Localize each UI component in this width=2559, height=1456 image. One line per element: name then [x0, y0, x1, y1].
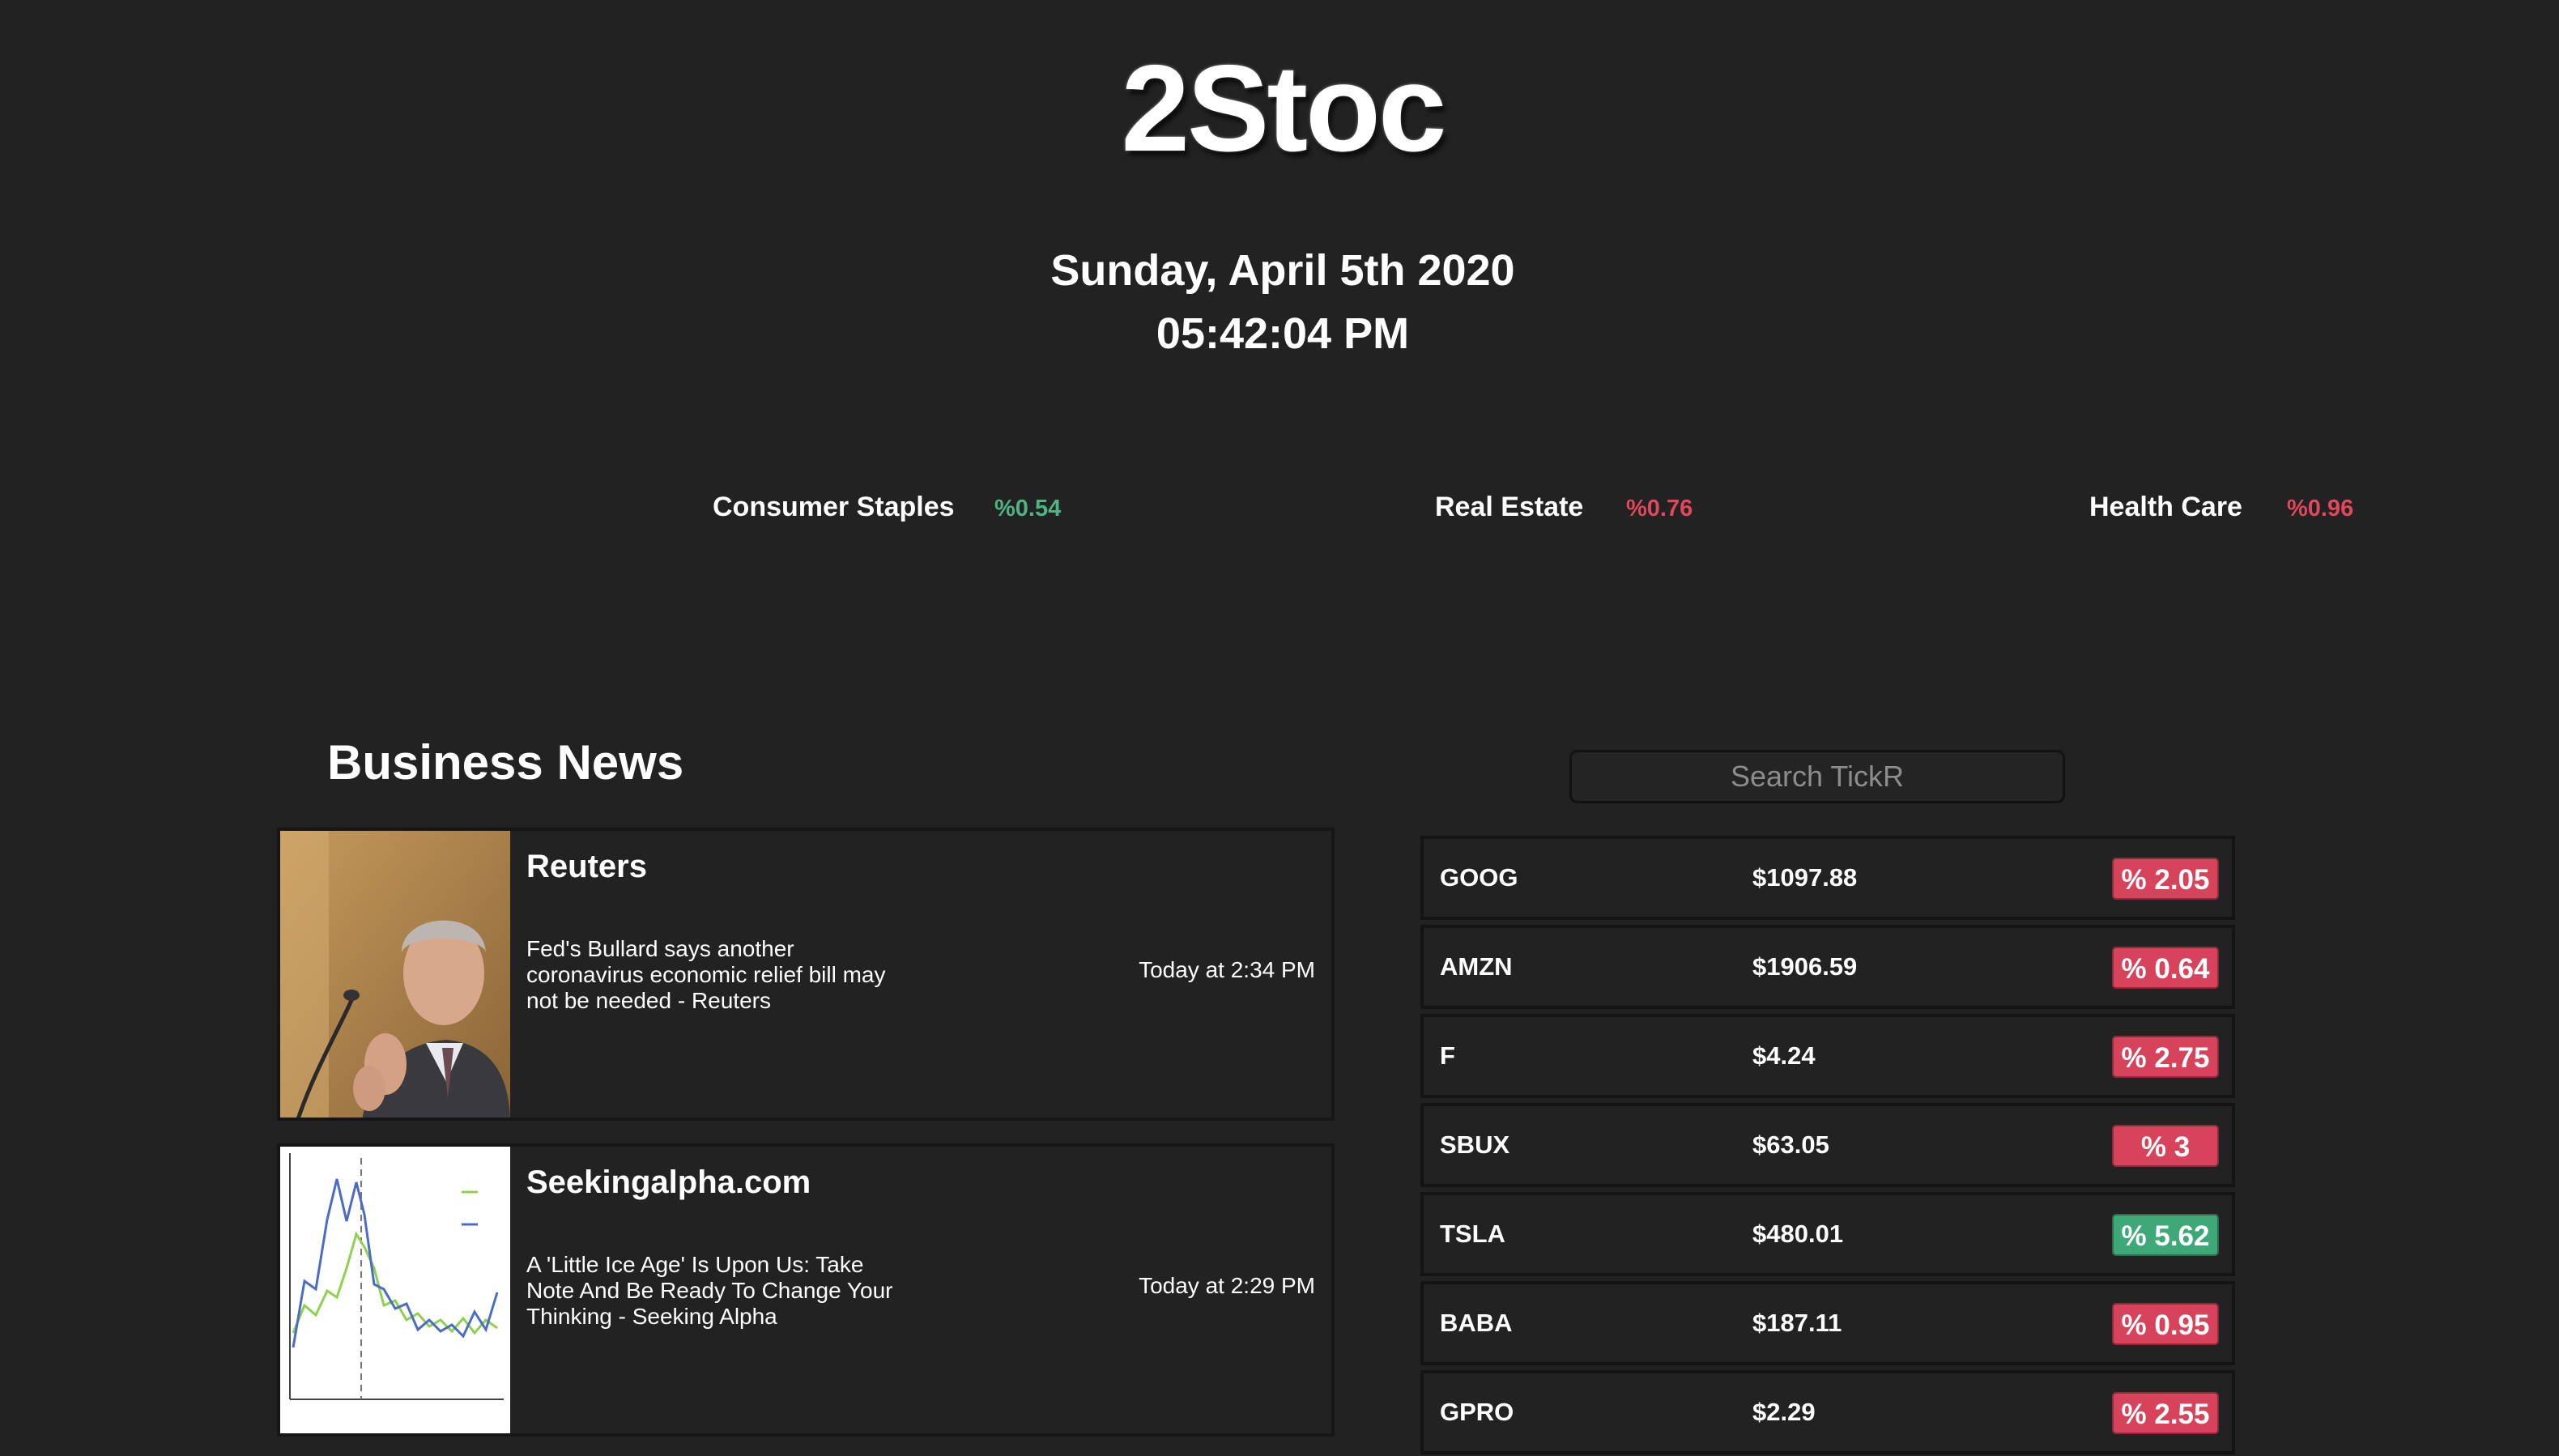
ticker-row-baba[interactable]: BABA $187.11 % 0.95 — [1420, 1281, 2235, 1365]
ticker-price: $1906.59 — [1752, 952, 1858, 981]
ticker-symbol: BABA — [1440, 1309, 1513, 1337]
news-heading: Business News — [327, 735, 684, 790]
ticker-change-badge: % 3 — [2112, 1125, 2219, 1167]
news-headline[interactable]: A 'Little Ice Age' Is Upon Us: Take Note… — [526, 1252, 907, 1330]
ticker-row-tsla[interactable]: TSLA $480.01 % 5.62 — [1420, 1192, 2235, 1276]
sector-name: Consumer Staples — [713, 492, 955, 522]
sector-health-care: Health Care %0.96 — [2089, 491, 2353, 523]
app-page: 2Stoc Sunday, April 5th 2020 05:42:04 PM… — [0, 0, 2559, 1456]
ticker-symbol: SBUX — [1440, 1130, 1510, 1159]
news-time: Today at 2:34 PM — [1139, 957, 1315, 982]
person-portrait-photo-icon — [280, 831, 510, 1118]
ticker-price: $1097.88 — [1752, 863, 1858, 892]
sector-change: %0.76 — [1626, 496, 1693, 522]
ticker-symbol: AMZN — [1440, 952, 1513, 981]
ticker-price: $63.05 — [1752, 1130, 1829, 1159]
ticker-row-amzn[interactable]: AMZN $1906.59 % 0.64 — [1420, 925, 2235, 1009]
sector-change: %0.96 — [2287, 496, 2354, 522]
news-headline[interactable]: Fed's Bullard says another coronavirus e… — [526, 936, 907, 1014]
ticker-search-input[interactable] — [1569, 750, 2065, 803]
ticker-row-f[interactable]: F $4.24 % 2.75 — [1420, 1014, 2235, 1098]
news-source: Seekingalpha.com — [526, 1164, 811, 1200]
sector-real-estate: Real Estate %0.76 — [1435, 491, 1693, 523]
ticker-row-sbux[interactable]: SBUX $63.05 % 3 — [1420, 1103, 2235, 1187]
ticker-change-badge: % 2.05 — [2112, 858, 2219, 900]
current-time: 05:42:04 PM — [1156, 309, 1410, 358]
ticker-change-badge: % 2.75 — [2112, 1036, 2219, 1078]
ticker-change-badge: % 0.64 — [2112, 947, 2219, 989]
sector-name: Real Estate — [1435, 492, 1584, 522]
current-date: Sunday, April 5th 2020 — [1050, 246, 1515, 295]
ticker-change-badge: % 5.62 — [2112, 1214, 2219, 1256]
news-time: Today at 2:29 PM — [1139, 1273, 1315, 1298]
ticker-symbol: GOOG — [1440, 863, 1518, 892]
ticker-change-badge: % 0.95 — [2112, 1303, 2219, 1345]
ticker-symbol: TSLA — [1440, 1220, 1505, 1248]
ticker-price: $480.01 — [1752, 1220, 1844, 1248]
ticker-price: $2.29 — [1752, 1398, 1816, 1426]
sector-change: %0.54 — [994, 496, 1062, 522]
sector-consumer-staples: Consumer Staples %0.54 — [713, 491, 1061, 523]
brand-logo[interactable]: 2Stoc — [0, 47, 2559, 170]
news-card[interactable]: Seekingalpha.com A 'Little Ice Age' Is U… — [277, 1143, 1335, 1437]
ticker-row-gpro[interactable]: GPRO $2.29 % 2.55 — [1420, 1370, 2235, 1454]
ticker-price: $187.11 — [1752, 1309, 1842, 1337]
ticker-change-badge: % 2.55 — [2112, 1392, 2219, 1434]
ticker-row-goog[interactable]: GOOG $1097.88 % 2.05 — [1420, 836, 2235, 920]
line-chart-thumbnail-icon — [280, 1147, 510, 1433]
news-source: Reuters — [526, 849, 647, 884]
news-card[interactable]: Reuters Fed's Bullard says another coron… — [277, 828, 1335, 1121]
sector-name: Health Care — [2089, 492, 2242, 522]
ticker-symbol: F — [1440, 1041, 1455, 1070]
ticker-price: $4.24 — [1752, 1041, 1816, 1070]
ticker-symbol: GPRO — [1440, 1398, 1514, 1426]
